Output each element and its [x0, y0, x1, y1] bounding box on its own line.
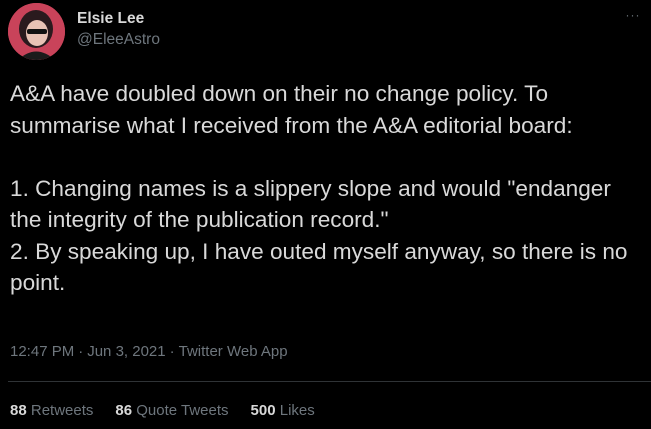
avatar[interactable] [8, 3, 65, 60]
tweet-text: A&A have doubled down on their no change… [10, 81, 628, 295]
quote-tweets-label: Quote Tweets [136, 402, 229, 419]
more-options-icon[interactable]: ··· [622, 6, 644, 24]
likes-count: 500 [250, 402, 276, 419]
meta-separator: · [169, 343, 175, 360]
quote-tweets-stat[interactable]: 86 Quote Tweets [115, 402, 228, 419]
profile-avatar-icon [8, 3, 65, 60]
tweet: Elsie Lee @EleeAstro ··· A&A have double… [0, 0, 651, 429]
retweets-count: 88 [10, 402, 27, 419]
retweets-stat[interactable]: 88 Retweets [10, 402, 93, 419]
retweets-label: Retweets [30, 402, 94, 419]
likes-stat[interactable]: 500 Likes [251, 402, 315, 419]
meta-separator: · [78, 343, 84, 360]
tweet-meta: 12:47 PM · Jun 3, 2021 · Twitter Web App [10, 343, 288, 360]
tweet-source[interactable]: Twitter Web App [179, 343, 288, 360]
author-display-name[interactable]: Elsie Lee [77, 10, 144, 28]
quote-tweets-count: 86 [115, 402, 133, 419]
tweet-time[interactable]: 12:47 PM [10, 343, 74, 360]
tweet-stats: 88 Retweets 86 Quote Tweets 500 Likes [10, 402, 315, 419]
divider [8, 381, 651, 382]
likes-label: Likes [279, 402, 315, 419]
author-handle[interactable]: @EleeAstro [77, 31, 160, 49]
tweet-date[interactable]: Jun 3, 2021 [87, 343, 165, 360]
